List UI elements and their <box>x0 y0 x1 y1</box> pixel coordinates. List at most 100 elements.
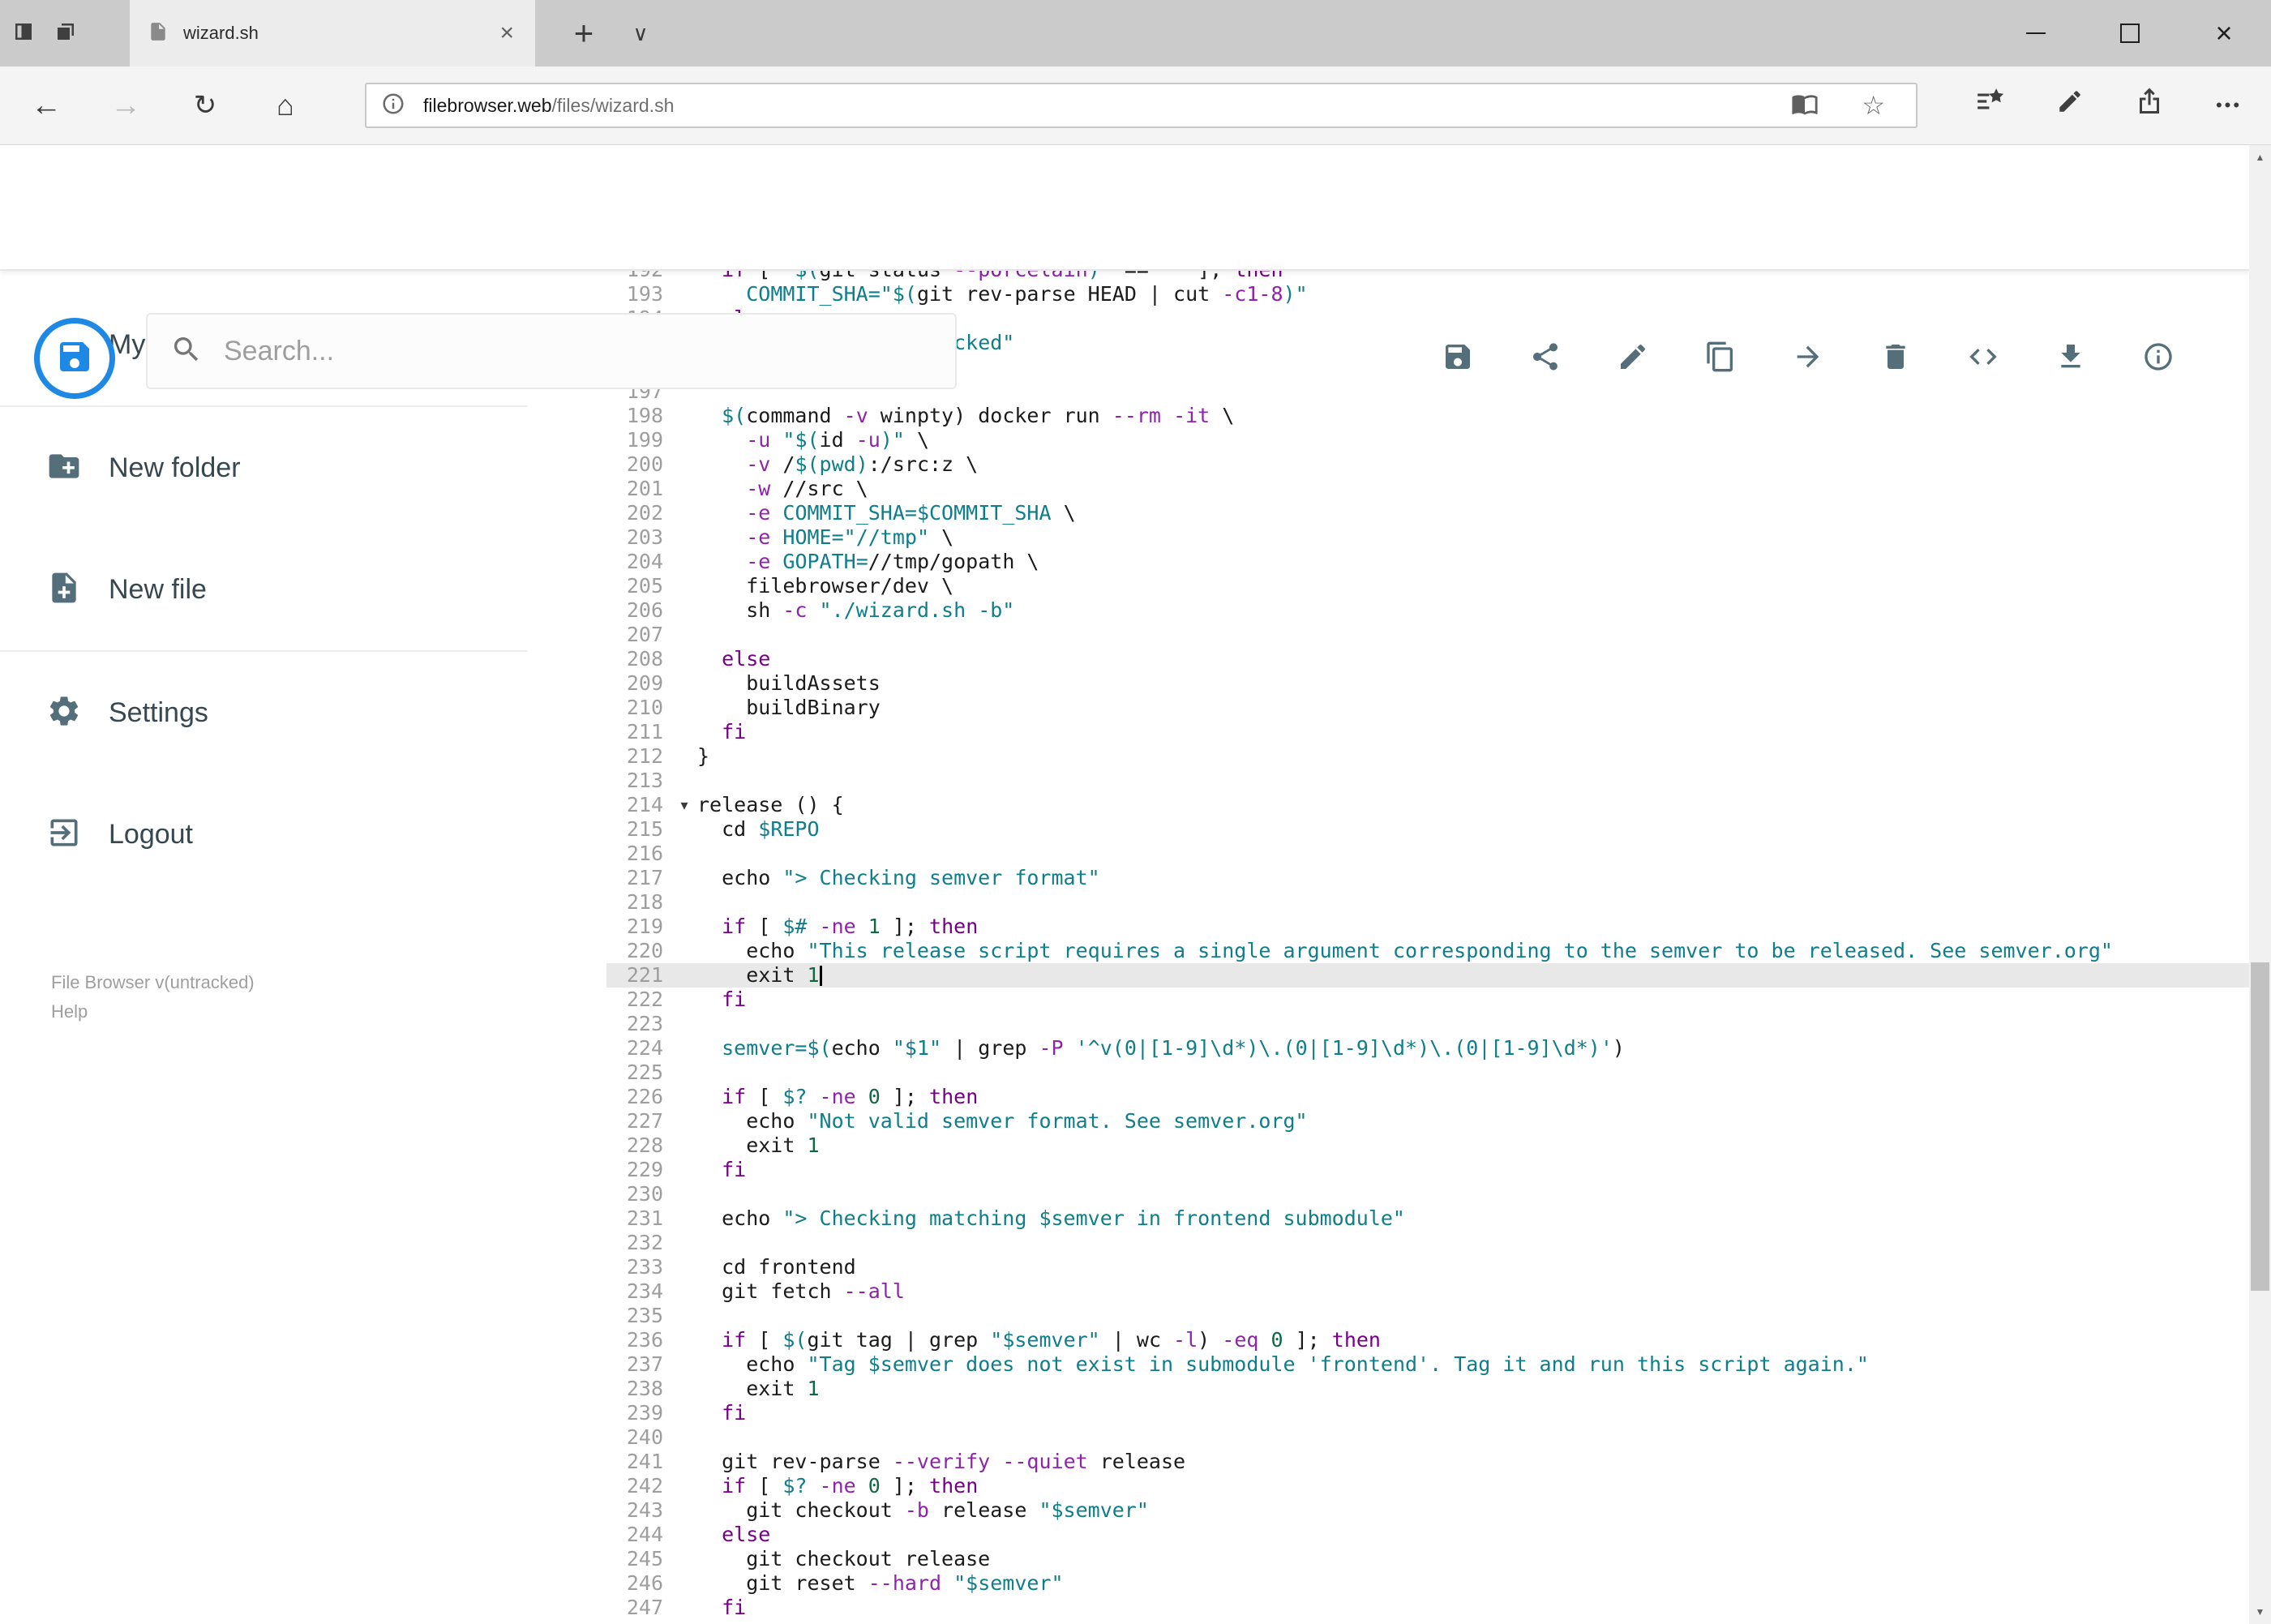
copy-button[interactable] <box>1704 341 1737 375</box>
code-line: 211 fi <box>606 720 2249 744</box>
code-line-content[interactable]: cd frontend <box>675 1255 856 1279</box>
address-bar[interactable]: filebrowser.web /files/wizard.sh ☆ <box>365 83 1917 128</box>
code-line-content[interactable]: fi <box>675 1401 746 1425</box>
tab-menu-button[interactable]: ∨ <box>618 0 663 66</box>
code-line-content[interactable]: else <box>675 647 770 671</box>
refresh-button[interactable]: ↻ <box>175 66 235 144</box>
scroll-down-button[interactable]: ▼ <box>2249 1600 2271 1624</box>
code-line-content[interactable]: fi <box>675 1158 746 1182</box>
search-input[interactable] <box>222 334 890 368</box>
share-button[interactable] <box>1529 342 1562 375</box>
search-bar[interactable] <box>146 313 957 389</box>
code-line-content[interactable]: fi <box>675 720 746 744</box>
code-line-content[interactable]: if [ $(git tag | grep "$semver" | wc -l)… <box>675 1328 1381 1352</box>
code-line-content[interactable]: exit 1 <box>675 963 822 988</box>
code-line-content[interactable] <box>675 890 697 915</box>
forward-button[interactable]: → <box>96 66 156 144</box>
favorite-button[interactable]: ☆ <box>1862 84 1885 126</box>
code-line-content[interactable]: if [ $? -ne 0 ]; then <box>675 1085 978 1109</box>
page-scrollbar[interactable]: ▲ ▼ <box>2249 145 2271 1624</box>
code-line-content[interactable]: -u "$(id -u)" \ <box>675 428 929 452</box>
code-line-content[interactable]: -e GOPATH=//tmp/gopath \ <box>675 550 1039 574</box>
sidebar-item-logout[interactable]: Logout <box>0 773 606 895</box>
code-line-content[interactable]: if [ $? -ne 0 ]; then <box>675 1474 978 1498</box>
code-line-content[interactable]: echo "> Checking semver format" <box>675 866 1100 890</box>
code-line-content[interactable] <box>675 769 697 793</box>
code-line-content[interactable]: git reset --hard "$semver" <box>675 1571 1063 1596</box>
code-line-content[interactable]: $(command -v winpty) docker run --rm -it… <box>675 404 1234 428</box>
code-line-content[interactable]: -w //src \ <box>675 477 868 501</box>
info-icon <box>2142 341 2175 377</box>
sidebar-item-settings[interactable]: Settings <box>0 652 606 773</box>
code-line-content[interactable]: echo "This release script requires a sin… <box>675 939 2113 963</box>
scrollbar-thumb[interactable] <box>2251 962 2269 1291</box>
code-line-content[interactable]: -e COMMIT_SHA=$COMMIT_SHA \ <box>675 501 1075 525</box>
move-button[interactable] <box>1792 342 1824 375</box>
code-line-content[interactable]: -v /$(pwd):/src:z \ <box>675 452 978 477</box>
code-line-content[interactable]: sh -c "./wizard.sh -b" <box>675 598 1014 623</box>
save-button[interactable] <box>1442 342 1474 375</box>
sidebar-item-new-folder[interactable]: New folder <box>0 407 606 529</box>
code-line-content[interactable]: echo "Tag $semver does not exist in subm… <box>675 1352 1869 1377</box>
code-line-content[interactable] <box>675 1231 697 1255</box>
share-page-button[interactable] <box>2119 66 2179 144</box>
edit-button[interactable] <box>1617 342 1649 375</box>
code-line-content[interactable]: cd $REPO <box>675 817 819 842</box>
new-tab-button[interactable]: + <box>559 0 608 66</box>
tabs-set-aside-icon[interactable] <box>11 19 36 48</box>
help-link[interactable]: Help <box>51 997 255 1026</box>
code-line-content[interactable] <box>675 1182 697 1206</box>
code-line-content[interactable] <box>675 623 697 647</box>
home-button[interactable]: ⌂ <box>255 66 315 144</box>
code-line-content[interactable]: fi <box>675 988 746 1012</box>
code-line-content[interactable]: git fetch --all <box>675 1279 905 1304</box>
web-note-button[interactable] <box>2040 66 2100 144</box>
code-line-content[interactable]: buildAssets <box>675 671 881 696</box>
code-line-content[interactable]: exit 1 <box>675 1133 819 1158</box>
hub-button[interactable] <box>1960 66 2020 144</box>
code-line-content[interactable] <box>675 842 697 866</box>
code-line-content[interactable]: git checkout release <box>675 1547 990 1571</box>
code-line-content[interactable]: echo "> Checking matching $semver in fro… <box>675 1206 1405 1231</box>
code-line-content[interactable] <box>675 1304 697 1328</box>
code-line-content[interactable]: if [ $# -ne 1 ]; then <box>675 915 978 939</box>
fold-toggle-icon[interactable]: ▾ <box>675 793 694 817</box>
code-line-content[interactable]: buildBinary <box>675 696 881 720</box>
reading-view-button[interactable] <box>1791 84 1819 126</box>
site-info-icon[interactable] <box>381 92 405 120</box>
code-line-content[interactable]: -e HOME="//tmp" \ <box>675 525 953 550</box>
code-line-content[interactable]: exit 1 <box>675 1377 819 1401</box>
line-number: 210 <box>626 696 663 719</box>
code-line-content[interactable]: } <box>675 744 709 769</box>
tab-preview-icon[interactable] <box>54 19 78 48</box>
more-options-button[interactable]: ••• <box>2199 66 2259 144</box>
minimize-button[interactable] <box>1989 0 2083 66</box>
download-button[interactable] <box>2055 342 2087 375</box>
tab-close-button[interactable]: × <box>496 21 517 45</box>
sidebar-item-new-file[interactable]: New file <box>0 529 606 650</box>
code-line-content[interactable] <box>675 1425 697 1450</box>
close-icon: × <box>2215 16 2233 49</box>
code-line-content[interactable]: echo "Not valid semver format. See semve… <box>675 1109 1307 1133</box>
maximize-button[interactable] <box>2083 0 2177 66</box>
code-line-content[interactable]: git checkout -b release "$semver" <box>675 1498 1149 1523</box>
code-button[interactable] <box>1967 342 1999 375</box>
back-button[interactable]: ← <box>16 66 76 144</box>
code-line-content[interactable]: fi <box>675 1596 746 1620</box>
window-close-button[interactable]: × <box>2177 0 2271 66</box>
code-line-content[interactable] <box>675 1012 697 1036</box>
code-line-content[interactable]: if [ "$(git status --porcelain)" == "" ]… <box>675 269 1283 282</box>
tab-wizard-sh[interactable]: wizard.sh × <box>130 0 535 66</box>
line-number: 222 <box>626 988 663 1011</box>
code-line-content[interactable]: release () { <box>675 793 844 817</box>
info-button[interactable] <box>2142 342 2175 375</box>
code-line-content[interactable]: else <box>675 1523 770 1547</box>
code-line-content[interactable] <box>675 1061 697 1085</box>
code-line-content[interactable]: COMMIT_SHA="$(git rev-parse HEAD | cut -… <box>675 282 1307 306</box>
code-line-content[interactable]: filebrowser/dev \ <box>675 574 953 598</box>
code-line: 204 -e GOPATH=//tmp/gopath \ <box>606 550 2249 574</box>
code-line-content[interactable]: git rev-parse --verify --quiet release <box>675 1450 1185 1474</box>
code-line-content[interactable]: semver=$(echo "$1" | grep -P '^v(0|[1-9]… <box>675 1036 1625 1061</box>
delete-button[interactable] <box>1879 342 1912 375</box>
scroll-up-button[interactable]: ▲ <box>2249 145 2271 169</box>
